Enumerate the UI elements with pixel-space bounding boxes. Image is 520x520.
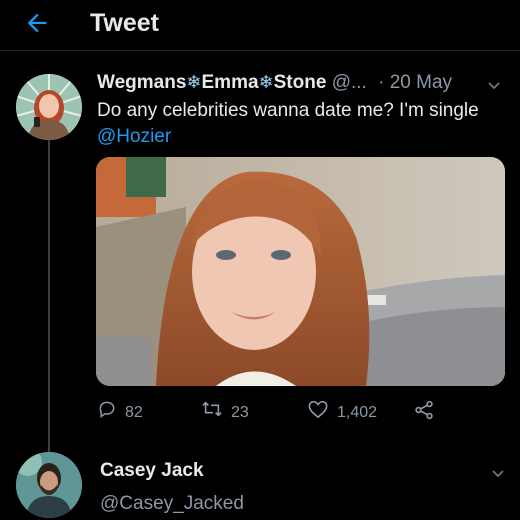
tweet-photo[interactable] bbox=[96, 157, 505, 386]
retweet-count: 23 bbox=[231, 404, 249, 421]
reply-display-name[interactable]: Casey Jack bbox=[100, 460, 204, 482]
chevron-down-icon[interactable] bbox=[486, 78, 502, 97]
display-name[interactable]: Wegmans❄Emma❄Stone bbox=[97, 72, 326, 93]
share-button[interactable] bbox=[413, 399, 435, 423]
like-button[interactable]: 1,402 bbox=[307, 399, 377, 423]
chevron-down-icon[interactable] bbox=[490, 466, 506, 485]
reply-handle[interactable]: @Casey_Jacked bbox=[100, 493, 244, 515]
author-handle[interactable]: @... bbox=[332, 72, 367, 93]
back-arrow-icon[interactable] bbox=[22, 9, 52, 39]
retweet-icon bbox=[201, 399, 223, 427]
share-icon bbox=[413, 399, 435, 429]
top-app-bar: Tweet bbox=[0, 0, 520, 51]
page-title: Tweet bbox=[90, 9, 159, 37]
snowflake-emoji: ❄ bbox=[258, 72, 274, 92]
mention-link[interactable]: @Hozier bbox=[97, 126, 171, 147]
heart-icon bbox=[307, 399, 329, 427]
reply-count: 82 bbox=[125, 404, 143, 421]
tweet-action-bar: 82 23 1,402 bbox=[97, 399, 497, 423]
separator-dot: · bbox=[378, 72, 385, 93]
like-count: 1,402 bbox=[337, 404, 378, 421]
author-avatar[interactable] bbox=[16, 74, 82, 140]
reply-author-avatar[interactable] bbox=[16, 452, 82, 518]
snowflake-emoji: ❄ bbox=[186, 72, 202, 92]
tweet-text: Do any celebrities wanna date me? I'm si… bbox=[97, 100, 479, 147]
reply-button[interactable]: 82 bbox=[97, 399, 143, 423]
retweet-button[interactable]: 23 bbox=[201, 399, 249, 423]
reply-icon bbox=[97, 399, 117, 427]
thread-connector-line bbox=[48, 140, 50, 460]
tweet-date[interactable]: 20 May bbox=[390, 72, 452, 93]
tweet-header: Wegmans❄Emma❄Stone @... · 20 May bbox=[97, 72, 507, 98]
